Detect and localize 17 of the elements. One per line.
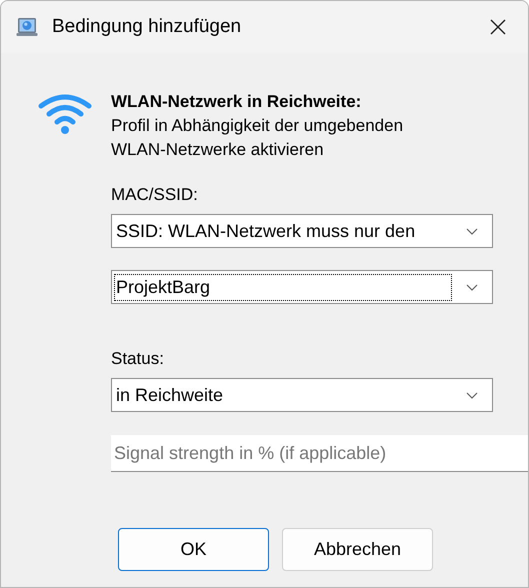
- dropdown[interactable]: in Reichweite: [111, 378, 493, 412]
- dialog-button[interactable]: OK: [118, 528, 269, 571]
- window-title: Bedingung hinzufügen: [52, 16, 242, 38]
- laptop-globe-icon: [16, 16, 38, 38]
- description-text: Profil in Abhängigkeit der umgebenden WLAN-Netzwerke aktivieren: [111, 115, 404, 161]
- heading-text: WLAN-Netzwerk in Reichweite:: [111, 91, 362, 113]
- chevron-down-icon: [466, 392, 478, 398]
- dropdown[interactable]: ProjektBarg: [111, 270, 493, 304]
- close-icon[interactable]: [490, 19, 506, 35]
- wifi-icon: [37, 92, 93, 134]
- chevron-down-icon: [466, 228, 478, 234]
- dropdown[interactable]: SSID: WLAN-Netzwerk muss nur den: [111, 214, 493, 248]
- input-field[interactable]: Signal strength in % (if applicable): [111, 435, 528, 472]
- field-label: Status:: [111, 348, 164, 370]
- field-label: MAC/SSID:: [111, 184, 198, 206]
- chevron-down-icon: [466, 284, 478, 290]
- dialog-button[interactable]: Abbrechen: [282, 528, 433, 571]
